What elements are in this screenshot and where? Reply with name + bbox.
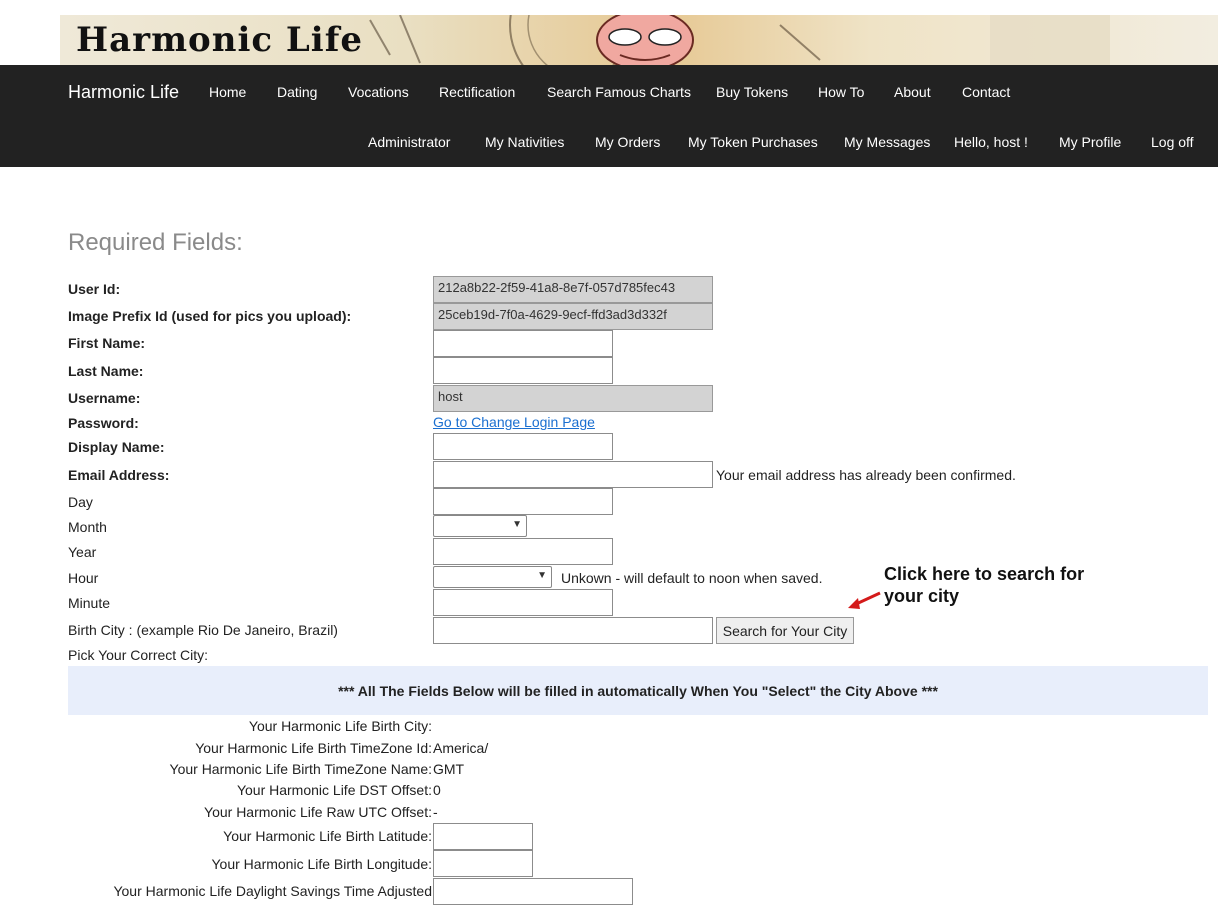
- auto-longitude-field[interactable]: [433, 850, 533, 877]
- username-label: Username:: [68, 390, 141, 406]
- auto-dst-offset-value: 0: [433, 782, 441, 798]
- nav-contact[interactable]: Contact: [962, 84, 1010, 100]
- nav-my-orders[interactable]: My Orders: [595, 134, 660, 150]
- auto-longitude-label: Your Harmonic Life Birth Longitude:: [211, 856, 433, 872]
- display-name-label: Display Name:: [68, 439, 165, 455]
- hour-select[interactable]: ▼: [433, 566, 552, 588]
- month-select[interactable]: ▼: [433, 515, 527, 537]
- auto-raw-utc-label: Your Harmonic Life Raw UTC Offset:: [204, 804, 432, 820]
- day-label: Day: [68, 494, 93, 510]
- email-confirmed-note: Your email address has already been conf…: [716, 467, 1016, 483]
- auto-dst-offset-label: Your Harmonic Life DST Offset:: [236, 782, 432, 798]
- search-city-button[interactable]: Search for Your City: [716, 617, 854, 644]
- auto-birth-city-label: Your Harmonic Life Birth City:: [248, 718, 432, 734]
- pick-city-label: Pick Your Correct City:: [68, 647, 209, 663]
- image-prefix-field[interactable]: 25ceb19d-7f0a-4629-9ecf-ffd3ad3d332f: [433, 303, 713, 330]
- auto-dst-adjusted-label: Your Harmonic Life Daylight Savings Time…: [113, 883, 432, 899]
- nav-about[interactable]: About: [894, 84, 931, 100]
- nav-home[interactable]: Home: [209, 84, 246, 100]
- nav-hello-user[interactable]: Hello, host !: [954, 134, 1028, 150]
- hour-label: Hour: [68, 570, 99, 586]
- birth-city-field[interactable]: [433, 617, 713, 644]
- display-name-field[interactable]: [433, 433, 613, 460]
- change-login-link[interactable]: Go to Change Login Page: [433, 414, 595, 430]
- nav-brand[interactable]: Harmonic Life: [68, 82, 179, 103]
- user-id-label: User Id:: [68, 281, 121, 297]
- auto-latitude-label: Your Harmonic Life Birth Latitude:: [223, 828, 432, 844]
- callout-arrow-icon: [848, 591, 881, 609]
- minute-label: Minute: [68, 595, 111, 611]
- auto-raw-utc-value: -: [433, 804, 438, 820]
- nav-buy-tokens[interactable]: Buy Tokens: [716, 84, 788, 100]
- username-field[interactable]: host: [433, 385, 713, 412]
- nav-my-profile[interactable]: My Profile: [1059, 134, 1121, 150]
- auto-tz-id-value: America/: [433, 740, 489, 756]
- password-label: Password:: [68, 415, 139, 431]
- chevron-down-icon: ▼: [537, 570, 547, 581]
- day-field[interactable]: [433, 488, 613, 515]
- email-field[interactable]: [433, 461, 713, 488]
- birth-city-label: Birth City : (example Rio De Janeiro, Br…: [68, 622, 338, 638]
- image-prefix-label: Image Prefix Id (used for pics you uploa…: [68, 308, 352, 324]
- first-name-label: First Name:: [68, 335, 146, 351]
- site-banner: Harmonic Life: [60, 15, 1218, 65]
- nav-administrator[interactable]: Administrator: [368, 134, 450, 150]
- nav-my-nativities[interactable]: My Nativities: [485, 134, 564, 150]
- auto-tz-id-label: Your Harmonic Life Birth TimeZone Id:: [195, 740, 432, 756]
- nav-my-token-purchases[interactable]: My Token Purchases: [688, 134, 818, 150]
- auto-tz-name-label: Your Harmonic Life Birth TimeZone Name:: [169, 761, 432, 777]
- nav-log-off[interactable]: Log off: [1151, 134, 1194, 150]
- month-label: Month: [68, 519, 107, 535]
- search-city-callout: Click here to search for your city: [884, 564, 1085, 606]
- nav-my-messages[interactable]: My Messages: [844, 134, 930, 150]
- user-id-field[interactable]: 212a8b22-2f59-41a8-8e7f-057d785fec43: [433, 276, 713, 303]
- nav-vocations[interactable]: Vocations: [348, 84, 409, 100]
- auto-latitude-field[interactable]: [433, 823, 533, 850]
- nav-rectification[interactable]: Rectification: [439, 84, 515, 100]
- minute-field[interactable]: [433, 589, 613, 616]
- last-name-label: Last Name:: [68, 363, 144, 379]
- required-fields-title: Required Fields:: [68, 229, 243, 256]
- auto-tz-name-value: GMT: [433, 761, 465, 777]
- main-navbar: Harmonic Life Home Dating Vocations Rect…: [0, 65, 1218, 167]
- last-name-field[interactable]: [433, 357, 613, 384]
- banner-logo[interactable]: Harmonic Life: [76, 20, 363, 60]
- chevron-down-icon: ▼: [512, 519, 522, 530]
- email-label: Email Address:: [68, 467, 170, 483]
- first-name-field[interactable]: [433, 330, 613, 357]
- nav-search-famous-charts[interactable]: Search Famous Charts: [547, 84, 691, 100]
- hour-unknown-note: Unkown - will default to noon when saved…: [561, 570, 823, 586]
- auto-fill-notice: *** All The Fields Below will be filled …: [68, 666, 1208, 715]
- nav-dating[interactable]: Dating: [277, 84, 317, 100]
- auto-dst-adjusted-field[interactable]: [433, 878, 633, 905]
- nav-how-to[interactable]: How To: [818, 84, 864, 100]
- year-label: Year: [68, 544, 97, 560]
- year-field[interactable]: [433, 538, 613, 565]
